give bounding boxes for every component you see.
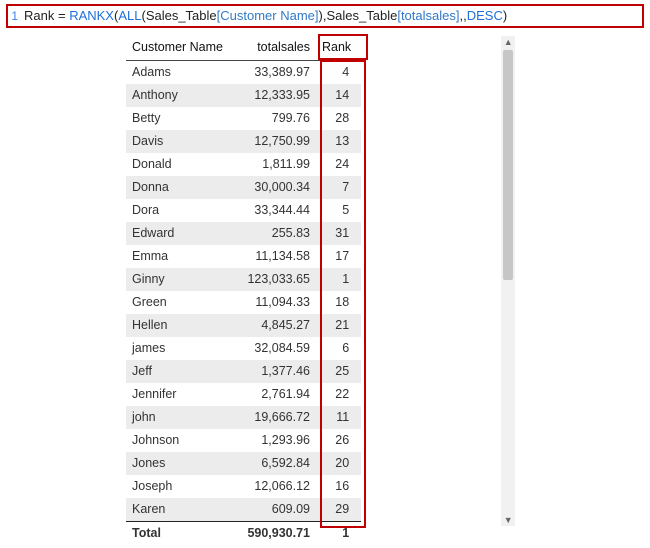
data-table-container: Customer Name totalsales Rank Adams33,38… <box>126 36 361 544</box>
scroll-up-arrow-icon[interactable]: ▲ <box>501 36 515 48</box>
table-row[interactable]: john19,666.7211 <box>126 406 361 429</box>
table-row[interactable]: Donald1,811.9924 <box>126 153 361 176</box>
table-row[interactable]: Johnson1,293.9626 <box>126 429 361 452</box>
table-row[interactable]: Anthony12,333.9514 <box>126 84 361 107</box>
cell-totalsales: 19,666.72 <box>236 406 316 429</box>
cell-rank: 16 <box>316 475 361 498</box>
table-row[interactable]: Karen609.0929 <box>126 498 361 522</box>
cell-totalsales: 123,033.65 <box>236 268 316 291</box>
cell-rank: 17 <box>316 245 361 268</box>
table-row[interactable]: Hellen4,845.2721 <box>126 314 361 337</box>
cell-customer-name: Joseph <box>126 475 236 498</box>
data-table: Customer Name totalsales Rank Adams33,38… <box>126 36 361 544</box>
header-rank[interactable]: Rank <box>316 36 361 61</box>
table-header-row: Customer Name totalsales Rank <box>126 36 361 61</box>
cell-rank: 22 <box>316 383 361 406</box>
cell-totalsales: 30,000.34 <box>236 176 316 199</box>
cell-rank: 6 <box>316 337 361 360</box>
cell-customer-name: Green <box>126 291 236 314</box>
scroll-down-arrow-icon[interactable]: ▼ <box>501 514 515 526</box>
cell-totalsales: 2,761.94 <box>236 383 316 406</box>
total-rank: 1 <box>316 522 361 545</box>
cell-rank: 28 <box>316 107 361 130</box>
cell-totalsales: 4,845.27 <box>236 314 316 337</box>
cell-rank: 18 <box>316 291 361 314</box>
table-row[interactable]: Dora33,344.445 <box>126 199 361 222</box>
cell-customer-name: Anthony <box>126 84 236 107</box>
formula-bar[interactable]: 1 Rank = RANKX(ALL(Sales_Table[Customer … <box>6 4 644 28</box>
cell-customer-name: Dora <box>126 199 236 222</box>
cell-customer-name: Davis <box>126 130 236 153</box>
table-total-row: Total 590,930.71 1 <box>126 522 361 545</box>
table-row[interactable]: Davis12,750.9913 <box>126 130 361 153</box>
cell-rank: 14 <box>316 84 361 107</box>
cell-totalsales: 32,084.59 <box>236 337 316 360</box>
table-row[interactable]: Green11,094.3318 <box>126 291 361 314</box>
header-customer-name[interactable]: Customer Name <box>126 36 236 61</box>
cell-totalsales: 11,134.58 <box>236 245 316 268</box>
cell-customer-name: james <box>126 337 236 360</box>
cell-rank: 26 <box>316 429 361 452</box>
table-row[interactable]: Edward255.8331 <box>126 222 361 245</box>
cell-customer-name: Adams <box>126 61 236 85</box>
table-row[interactable]: Adams33,389.974 <box>126 61 361 85</box>
total-sales: 590,930.71 <box>236 522 316 545</box>
vertical-scrollbar[interactable]: ▲ ▼ <box>501 36 515 526</box>
cell-customer-name: Donald <box>126 153 236 176</box>
cell-totalsales: 1,811.99 <box>236 153 316 176</box>
cell-customer-name: Johnson <box>126 429 236 452</box>
cell-rank: 7 <box>316 176 361 199</box>
cell-customer-name: Karen <box>126 498 236 522</box>
formula-text: Rank = RANKX(ALL(Sales_Table[Customer Na… <box>24 7 507 25</box>
scrollbar-thumb[interactable] <box>503 50 513 280</box>
cell-totalsales: 12,333.95 <box>236 84 316 107</box>
cell-customer-name: Emma <box>126 245 236 268</box>
table-row[interactable]: Ginny123,033.651 <box>126 268 361 291</box>
header-totalsales[interactable]: totalsales <box>236 36 316 61</box>
cell-totalsales: 33,344.44 <box>236 199 316 222</box>
cell-customer-name: Hellen <box>126 314 236 337</box>
cell-customer-name: Jeff <box>126 360 236 383</box>
cell-totalsales: 12,066.12 <box>236 475 316 498</box>
cell-totalsales: 799.76 <box>236 107 316 130</box>
cell-customer-name: Edward <box>126 222 236 245</box>
cell-totalsales: 1,377.46 <box>236 360 316 383</box>
cell-totalsales: 11,094.33 <box>236 291 316 314</box>
table-row[interactable]: Donna30,000.347 <box>126 176 361 199</box>
cell-customer-name: Jennifer <box>126 383 236 406</box>
cell-rank: 11 <box>316 406 361 429</box>
cell-rank: 5 <box>316 199 361 222</box>
cell-totalsales: 33,389.97 <box>236 61 316 85</box>
table-row[interactable]: james32,084.596 <box>126 337 361 360</box>
cell-rank: 21 <box>316 314 361 337</box>
cell-rank: 29 <box>316 498 361 522</box>
cell-rank: 31 <box>316 222 361 245</box>
cell-rank: 25 <box>316 360 361 383</box>
cell-customer-name: Ginny <box>126 268 236 291</box>
cell-totalsales: 6,592.84 <box>236 452 316 475</box>
cell-totalsales: 12,750.99 <box>236 130 316 153</box>
table-row[interactable]: Betty799.7628 <box>126 107 361 130</box>
formula-line-number: 1 <box>10 7 24 25</box>
cell-customer-name: john <box>126 406 236 429</box>
total-label: Total <box>126 522 236 545</box>
table-row[interactable]: Joseph12,066.1216 <box>126 475 361 498</box>
table-row[interactable]: Emma11,134.5817 <box>126 245 361 268</box>
cell-totalsales: 609.09 <box>236 498 316 522</box>
cell-rank: 13 <box>316 130 361 153</box>
cell-customer-name: Jones <box>126 452 236 475</box>
cell-totalsales: 255.83 <box>236 222 316 245</box>
cell-customer-name: Betty <box>126 107 236 130</box>
cell-customer-name: Donna <box>126 176 236 199</box>
cell-rank: 24 <box>316 153 361 176</box>
table-body: Adams33,389.974Anthony12,333.9514Betty79… <box>126 61 361 522</box>
cell-rank: 4 <box>316 61 361 85</box>
table-row[interactable]: Jennifer2,761.9422 <box>126 383 361 406</box>
cell-rank: 20 <box>316 452 361 475</box>
table-row[interactable]: Jones6,592.8420 <box>126 452 361 475</box>
cell-totalsales: 1,293.96 <box>236 429 316 452</box>
cell-rank: 1 <box>316 268 361 291</box>
table-row[interactable]: Jeff1,377.4625 <box>126 360 361 383</box>
